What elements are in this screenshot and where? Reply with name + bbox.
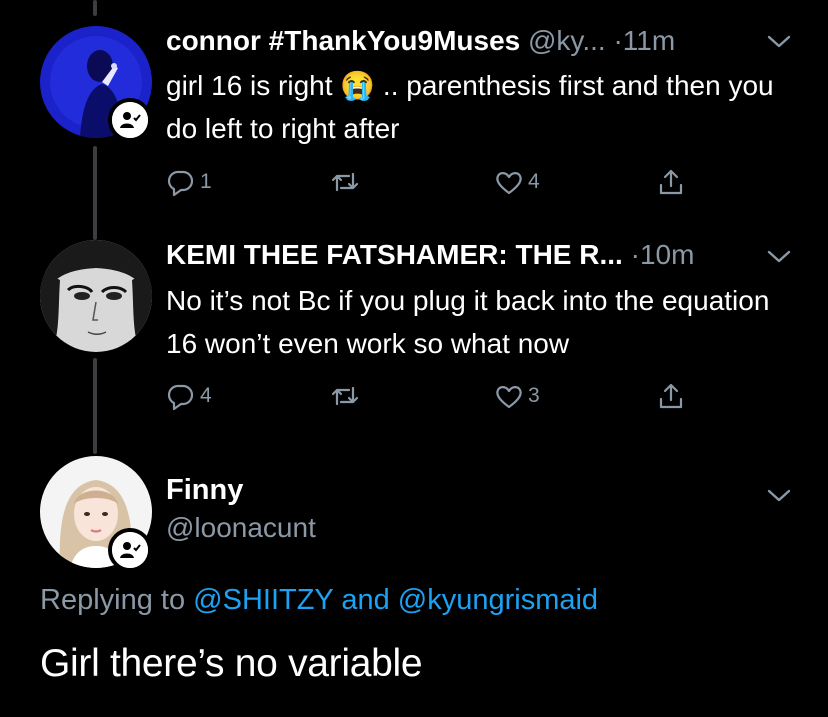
- author-handle[interactable]: @loonacunt: [166, 512, 316, 544]
- reply-button[interactable]: 4: [166, 378, 212, 414]
- replying-and[interactable]: and: [341, 584, 389, 616]
- retweet-icon: [331, 172, 359, 192]
- like-count: 4: [528, 170, 540, 193]
- thread-line-top: [93, 0, 97, 16]
- like-button[interactable]: 4: [494, 164, 540, 200]
- follow-request-icon: [108, 528, 152, 572]
- share-icon: [659, 383, 683, 409]
- mention-link[interactable]: @kyungrismaid: [398, 584, 598, 616]
- share-button[interactable]: [656, 378, 686, 414]
- like-count: 3: [528, 384, 540, 407]
- like-icon: [496, 172, 522, 195]
- retweet-button[interactable]: [330, 378, 364, 414]
- author-name[interactable]: Finny: [166, 474, 243, 507]
- author-handle[interactable]: @ky...: [528, 25, 606, 56]
- timestamp[interactable]: 11m: [623, 25, 675, 56]
- reply-icon: [167, 384, 194, 411]
- tweet-actions: 1 4: [166, 164, 706, 200]
- reply-button[interactable]: 1: [166, 164, 212, 200]
- tweet-text: Girl there’s no variable: [40, 642, 423, 685]
- tweet-text: No it’s not Bc if you plug it back into …: [166, 285, 770, 359]
- chevron-down-icon[interactable]: [765, 32, 793, 52]
- avatar[interactable]: [40, 240, 152, 352]
- tweet-text: girl 16 is right 😭 .. parenthesis first …: [166, 70, 774, 144]
- thread-line-1: [93, 146, 97, 240]
- tweet-actions: 4 3: [166, 378, 706, 414]
- thread-line-2: [93, 358, 97, 454]
- separator-dot: ·: [630, 239, 640, 270]
- timestamp[interactable]: 10m: [640, 239, 694, 270]
- retweet-icon: [331, 386, 359, 406]
- chevron-down-icon[interactable]: [765, 247, 793, 267]
- replying-prefix: Replying to: [40, 584, 186, 616]
- follow-request-icon: [108, 98, 152, 142]
- share-button[interactable]: [656, 164, 686, 200]
- retweet-button[interactable]: [330, 164, 364, 200]
- like-icon: [496, 386, 522, 409]
- reply-count: 1: [200, 170, 212, 193]
- chevron-down-icon[interactable]: [765, 486, 793, 506]
- separator-dot: ·: [613, 25, 623, 56]
- author-name[interactable]: connor #ThankYou9Muses: [166, 25, 520, 56]
- mention-link[interactable]: @SHIITZY: [193, 584, 333, 616]
- reply-icon: [167, 170, 194, 197]
- like-button[interactable]: 3: [494, 378, 540, 414]
- replying-to: Replying to @SHIITZY and @kyungrismaid: [40, 584, 598, 617]
- share-icon: [659, 169, 683, 195]
- author-name[interactable]: KEMI THEE FATSHAMER: THE R...: [166, 239, 623, 270]
- reply-count: 4: [200, 384, 212, 407]
